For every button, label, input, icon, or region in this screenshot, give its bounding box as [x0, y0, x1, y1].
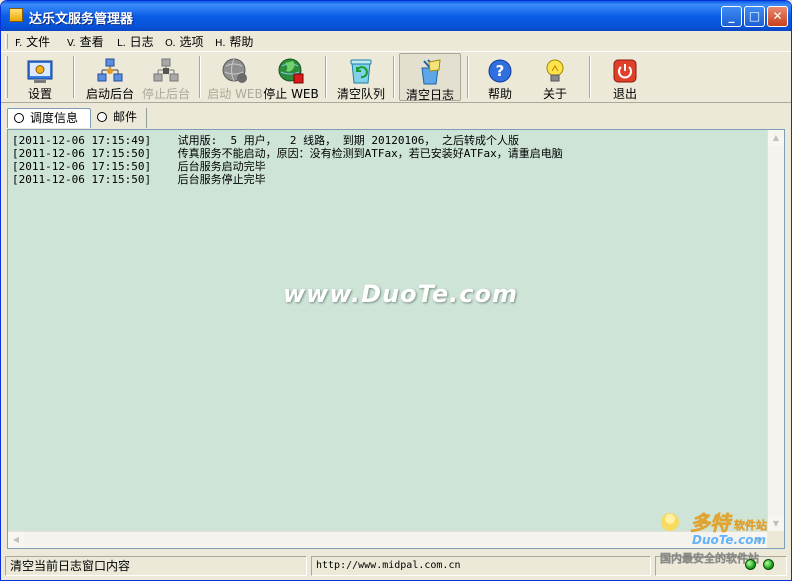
logo-domain: DuoTe.com — [692, 533, 766, 547]
log-message: 传真服务不能启动，原因：没有检测到ATFax，若已安装好ATFax，请重启电脑 — [177, 147, 563, 160]
network-stop-icon — [153, 58, 179, 82]
toolbar-separator — [467, 56, 469, 98]
start-backend-button[interactable]: 启动后台 — [81, 53, 139, 101]
scroll-left-icon[interactable]: ◀ — [8, 532, 24, 548]
network-start-icon — [97, 58, 123, 82]
status-message: 清空当前日志窗口内容 — [5, 556, 307, 576]
stop-web-button[interactable]: 停止 WEB — [263, 53, 319, 101]
toolbar-separator — [325, 56, 327, 98]
app-icon — [9, 8, 23, 22]
log-line: [2011-12-06 17:15:50] 后台服务停止完毕 — [12, 173, 768, 186]
settings-button[interactable]: 设置 — [13, 53, 67, 101]
tab-mail[interactable]: 邮件 — [91, 108, 147, 128]
clear-queue-button[interactable]: 清空队列 — [333, 53, 389, 101]
log-message: 后台服务启动完毕 — [177, 160, 266, 173]
svg-text:?: ? — [496, 62, 505, 80]
status-url: http://www.midpal.com.cn — [311, 556, 651, 576]
help-button[interactable]: ? 帮助 — [475, 53, 525, 101]
stop-backend-button[interactable]: 停止后台 — [139, 53, 193, 101]
recycle-bin-icon — [350, 59, 372, 84]
toolbar-separator — [589, 56, 591, 98]
clear-queue-label: 清空队列 — [336, 87, 385, 101]
toolbar-separator — [73, 56, 75, 98]
window-title: 达乐文服务管理器 — [29, 12, 134, 27]
log-time: [2011-12-06 17:15:49] — [12, 134, 152, 147]
toolbar-separator — [393, 56, 395, 98]
status-led-icon — [763, 559, 774, 570]
clear-log-icon — [421, 59, 441, 85]
logo-name: 多特 — [690, 511, 733, 535]
about-label: 关于 — [542, 87, 567, 101]
toolbar-separator — [199, 56, 201, 98]
help-label: 帮助 — [487, 87, 512, 101]
log-message: 试用版: 5 用户， 2 线路， 到期 20120106， 之后转成个人版 — [177, 134, 520, 147]
settings-label: 设置 — [27, 87, 52, 101]
status-led-icon — [745, 559, 756, 570]
menu-view[interactable]: V. 查看 — [67, 34, 104, 50]
maximize-button[interactable]: □ — [744, 6, 765, 27]
radio-circle-icon — [97, 112, 107, 122]
log-line: [2011-12-06 17:15:50] 后台服务启动完毕 — [12, 160, 768, 173]
menu-options-key: O. — [165, 38, 176, 49]
menu-log-label: 日志 — [129, 35, 154, 49]
exit-label: 退出 — [612, 87, 637, 101]
close-button[interactable]: ✕ — [767, 6, 788, 27]
scroll-up-icon[interactable]: ▲ — [768, 130, 784, 146]
log-line: [2011-12-06 17:15:50] 传真服务不能启动，原因：没有检测到A… — [12, 147, 768, 160]
horizontal-scrollbar[interactable]: ◀ ▶ — [8, 531, 768, 548]
menu-view-key: V. — [67, 38, 76, 49]
log-message: 后台服务停止完毕 — [177, 173, 266, 186]
about-button[interactable]: 关于 — [529, 53, 581, 101]
log-text-area[interactable]: [2011-12-06 17:15:49] 试用版: 5 用户， 2 线路， 到… — [8, 130, 768, 532]
menu-help-key: H. — [215, 38, 226, 49]
menu-bar: F. 文件 V. 查看 L. 日志 O. 选项 H. 帮助 — [1, 31, 791, 51]
tab-schedule-info-label: 调度信息 — [30, 111, 79, 125]
menu-log-key: L. — [117, 38, 126, 49]
start-web-label: 启动 WEB — [207, 87, 263, 101]
menu-view-label: 查看 — [79, 35, 104, 49]
help-icon: ? — [488, 59, 512, 83]
title-bar[interactable]: 达乐文服务管理器 _ □ ✕ — [1, 1, 791, 31]
menu-grip[interactable] — [5, 34, 8, 49]
menu-help-label: 帮助 — [229, 35, 254, 49]
menu-options-label: 选项 — [179, 35, 204, 49]
clear-log-button[interactable]: 清空日志 — [399, 53, 461, 102]
power-icon — [613, 59, 637, 83]
toolbar: 设置 启动后台 停止后台 启动 WEB 停止 WEB 清空队列 清空日志 ? 帮… — [1, 51, 791, 103]
menu-help[interactable]: H. 帮助 — [215, 34, 253, 50]
stop-web-label: 停止 WEB — [263, 87, 319, 101]
log-line: [2011-12-06 17:15:49] 试用版: 5 用户， 2 线路， 到… — [12, 134, 768, 147]
globe-stop-icon — [278, 58, 304, 84]
tab-schedule-info[interactable]: 调度信息 — [7, 108, 91, 128]
start-web-button[interactable]: 启动 WEB — [207, 53, 263, 101]
minimize-button[interactable]: _ — [721, 6, 742, 27]
settings-icon — [27, 60, 53, 83]
clear-log-label: 清空日志 — [405, 88, 454, 102]
toolbar-grip[interactable] — [5, 56, 8, 98]
logo-suffix: 软件站 — [734, 518, 767, 532]
watermark-text: www.DuoTe.com — [283, 280, 518, 308]
lightbulb-icon — [546, 59, 564, 82]
log-time: [2011-12-06 17:15:50] — [12, 173, 152, 186]
menu-file-label: 文件 — [26, 35, 51, 49]
radio-circle-icon — [14, 113, 24, 123]
tab-mail-label: 邮件 — [113, 110, 138, 124]
stop-backend-label: 停止后台 — [141, 87, 190, 101]
app-window: 达乐文服务管理器 _ □ ✕ F. 文件 V. 查看 L. 日志 O. 选项 H… — [0, 0, 792, 581]
menu-file[interactable]: F. 文件 — [15, 34, 50, 50]
menu-file-key: F. — [15, 38, 23, 49]
log-panel: [2011-12-06 17:15:49] 试用版: 5 用户， 2 线路， 到… — [7, 129, 785, 549]
menu-log[interactable]: L. 日志 — [117, 34, 154, 50]
vertical-scrollbar[interactable]: ▲ ▼ — [767, 130, 784, 532]
menu-options[interactable]: O. 选项 — [165, 34, 204, 50]
globe-start-icon — [222, 58, 247, 83]
exit-button[interactable]: 退出 — [597, 53, 653, 101]
log-time: [2011-12-06 17:15:50] — [12, 147, 152, 160]
tab-strip: 调度信息 邮件 — [1, 105, 791, 129]
log-time: [2011-12-06 17:15:50] — [12, 160, 152, 173]
start-backend-label: 启动后台 — [85, 87, 134, 101]
